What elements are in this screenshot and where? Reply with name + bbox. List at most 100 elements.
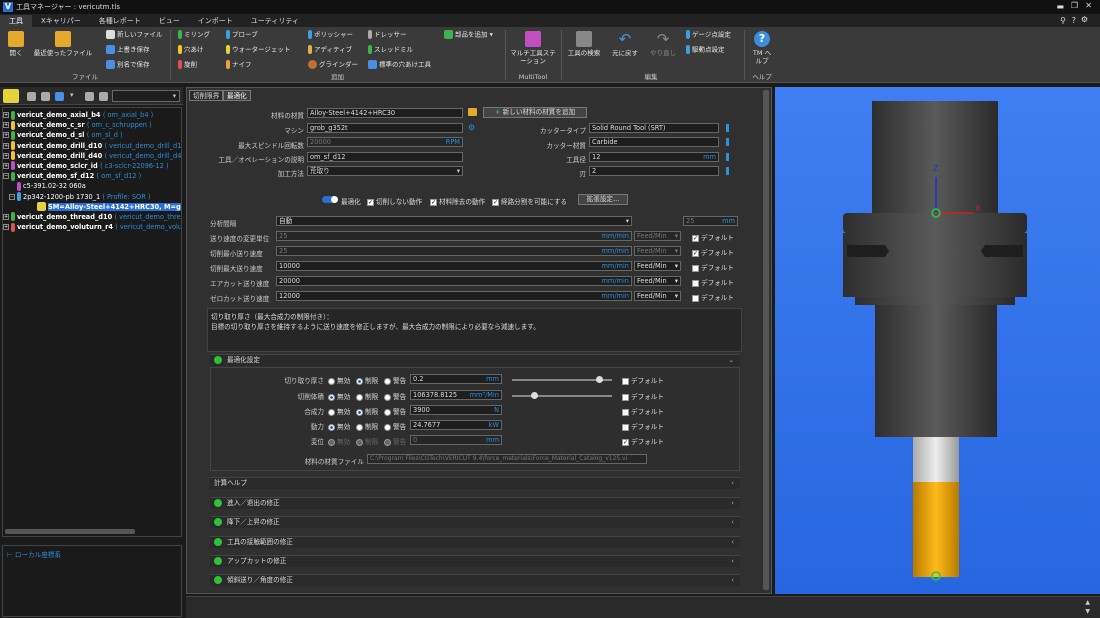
volume-slider[interactable] [512,392,612,399]
lock-icon[interactable] [726,153,729,161]
opt-warn-radio[interactable]: 警告 [384,391,406,401]
tab-tool[interactable]: 工具 [0,15,32,27]
section-calc-help[interactable]: 計算ヘルプ ‹ [210,477,740,489]
section-ramp-angle[interactable]: 傾斜送り／角度の修正 ‹ [210,574,740,586]
collapse-icon[interactable] [41,92,50,101]
opt-none-radio[interactable]: 無効 [328,436,350,446]
feed-default-checkbox[interactable]: デフォルト [692,262,734,272]
opt-default-checkbox[interactable]: ✓ デフォルト [622,436,664,446]
waterjet-button[interactable]: ウォータージェット [226,45,290,55]
recent-files-button[interactable]: 最近使ったファイル [30,31,96,57]
tool-diameter-field[interactable]: 12 mm [589,152,719,162]
open-button[interactable]: 開く [4,31,28,57]
scroll-up-icon[interactable]: ▲ [1085,599,1090,606]
no-cut-checkbox[interactable]: ✓ 切削しない動作 [367,196,422,206]
division-select[interactable]: 自動 ▾ [276,216,632,226]
grinder-button[interactable]: グラインダー [308,60,358,70]
tab-import[interactable]: インポート [189,15,242,27]
optimization-settings-header[interactable]: 最適化設定 ⌄ [210,354,740,366]
section-upcut[interactable]: アップカットの修正 ‹ [210,555,740,567]
help-icon[interactable]: ? [1072,16,1076,25]
tree-item[interactable]: + vericut_demo_sclcr_id ( c3-sclcr-22096-… [3,161,181,171]
search-tool-button[interactable]: 工具の検索 [565,31,603,57]
lock-icon[interactable] [726,167,729,175]
gauge-point-button[interactable]: ゲージ点設定 [686,30,731,40]
feed-unit-select[interactable]: Feed/Min ▾ [634,291,681,301]
polisher-button[interactable]: ポリッシャー [308,30,353,40]
knife-button[interactable]: ナイフ [226,60,252,70]
opt-value-field[interactable]: 0 mm [410,435,502,445]
feed-default-checkbox[interactable]: デフォルト [692,292,734,302]
opt-value-field[interactable]: 106378.8125 mm³/Min [410,390,502,400]
machine-icon[interactable]: ⚙ [468,123,475,132]
cutter-type-field[interactable]: Solid Round Tool (SRT) [589,123,719,133]
undo-button[interactable]: ↶ 元に戻す [608,31,642,57]
feed-unit-select[interactable]: Feed/Min ▾ [634,261,681,271]
opt-value-field[interactable]: 3900 N [410,405,502,415]
tree-item[interactable]: + vericut_demo_c_sr ( om_c_schruppen ) [3,120,181,130]
tree-item[interactable]: + vericut_demo_d_sl ( om_sl_d ) [3,130,181,140]
sort-icon[interactable] [55,92,64,101]
thread-mill-button[interactable]: スレッドミル [368,45,413,55]
opt-limit-radio[interactable]: 制限 [356,436,378,446]
tab-reports[interactable]: 各種レポート [90,15,150,27]
opt-warn-radio[interactable]: 警告 [384,421,406,431]
opt-warn-radio[interactable]: 警告 [384,406,406,416]
drive-point-button[interactable]: 駆動点設定 [686,45,725,55]
restore-icon[interactable]: ❐ [1071,1,1078,10]
material-removal-checkbox[interactable]: ✓ 材料除去の動作 [430,196,485,206]
panel-scrollbar[interactable] [763,90,769,590]
material-field[interactable]: Alloy-Steel+4142+HRC30 [307,108,463,118]
turning-button[interactable]: 旋削 [178,60,197,70]
additive-button[interactable]: アディティブ [308,45,352,55]
feed-default-checkbox[interactable]: ✓ デフォルト [692,232,734,242]
opt-limit-radio[interactable]: 制限 [356,421,378,431]
tab-cut-limits[interactable]: 切削限界 [189,90,224,101]
folder-icon[interactable] [468,108,477,116]
move-down-icon[interactable] [99,92,108,101]
material-file-field[interactable]: C:\Program Files\CGTech\VERICUT 9.4\forc… [367,454,647,464]
feed-row-field[interactable]: 25 mm/min [276,246,632,256]
feed-default-checkbox[interactable]: ✓ デフォルト [692,247,734,257]
max-rpm-field[interactable]: 20000 RPM [307,137,463,147]
tree-item[interactable]: c5-391.02-32 060a [3,181,181,191]
tree-item[interactable]: − vericut_demo_sf_d12 ( om_sf_d12 ) [3,171,181,181]
milling-button[interactable]: ミリング [178,30,210,40]
opt-warn-radio[interactable]: 警告 [384,375,406,385]
advanced-settings-button[interactable]: 拡張設定... [578,194,628,205]
feed-unit-select[interactable]: Feed/Min ▾ [634,276,681,286]
drill-button[interactable]: 穴あけ [178,45,204,55]
opt-limit-radio[interactable]: 制限 [356,406,378,416]
tree-item[interactable]: + vericut_demo_voluturn_r4 ( vericut_demo… [3,222,181,232]
opt-value-field[interactable]: 24.7677 kW [410,420,502,430]
opt-default-checkbox[interactable]: デフォルト [622,391,664,401]
lock-icon[interactable] [726,138,729,146]
expand-icon[interactable] [27,92,36,101]
tab-view[interactable]: ビュー [150,15,189,27]
opt-none-radio[interactable]: 無効 [328,421,350,431]
add-part-button[interactable]: 部品を追加 ▾ [444,30,493,40]
opt-limit-radio[interactable]: 制限 [356,375,378,385]
opt-none-radio[interactable]: 無効 [328,406,350,416]
feed-row-field[interactable]: 10000 mm/min [276,261,632,271]
tm-help-button[interactable]: ? TM ヘルプ [750,31,774,65]
tree-item[interactable]: + vericut_demo_thread_d10 ( vericut_demo_… [3,212,181,222]
feed-row-field[interactable]: 25 mm/min [276,231,632,241]
chip-thickness-slider[interactable] [512,376,612,383]
tab-optimize[interactable]: 最適化 [223,90,251,101]
description-field[interactable]: om_sf_d12 [307,152,463,162]
opt-default-checkbox[interactable]: デフォルト [622,406,664,416]
dresser-button[interactable]: ドレッサー [368,30,407,40]
section-tool-contact[interactable]: 工具の接触範囲の修正 ‹ [210,536,740,548]
split-path-checkbox[interactable]: ✓ 経路分割を可能にする [492,196,567,206]
optimize-toggle[interactable] [322,196,338,203]
feed-default-checkbox[interactable]: デフォルト [692,277,734,287]
section-plunge-retract[interactable]: 降下／上昇の修正 ‹ [210,516,740,528]
redo-button[interactable]: ↷ やり直し [646,31,680,57]
feed-unit-select[interactable]: Feed/Min ▾ [634,246,681,256]
tree-item[interactable]: −2p342-1200-pb 1730_1 ( Profile: SOR ) [3,192,181,202]
lock-icon[interactable] [726,124,729,132]
standard-hole-tool-button[interactable]: 標準の穴あけ工具 [368,60,431,70]
method-select[interactable]: 荒取り ▾ [307,166,463,176]
feed-row-field[interactable]: 20000 mm/min [276,276,632,286]
